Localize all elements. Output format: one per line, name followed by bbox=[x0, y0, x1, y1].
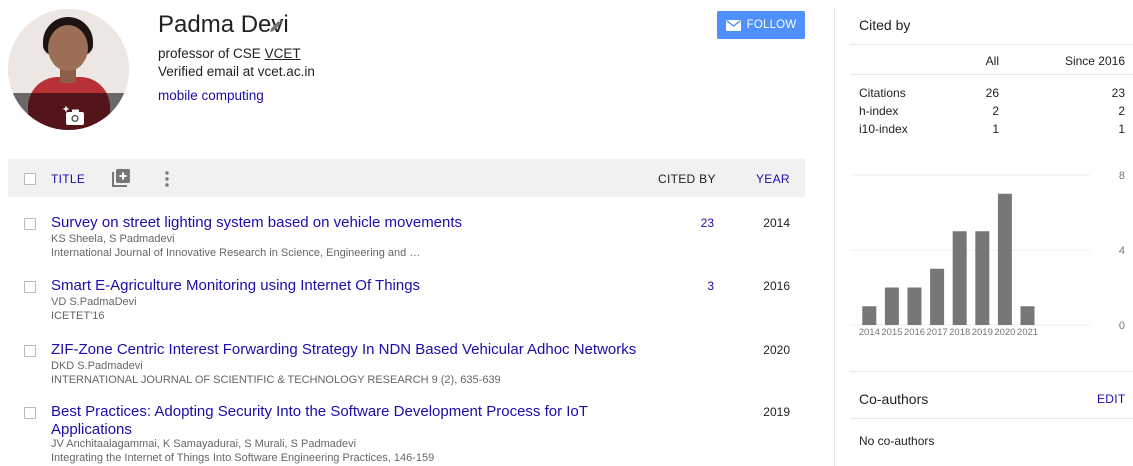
chart-separator bbox=[850, 371, 1133, 372]
chart-x-tick-label: 2019 bbox=[972, 327, 993, 338]
cited-by-title: Cited by bbox=[859, 17, 911, 33]
chart-x-tick-label: 2017 bbox=[927, 327, 948, 338]
photo-person-face bbox=[48, 25, 88, 71]
row-checkbox[interactable] bbox=[24, 218, 36, 230]
chart-x-tick-label: 2016 bbox=[904, 327, 925, 338]
stats-since-value: 23 bbox=[1111, 86, 1125, 100]
chart-bar bbox=[862, 306, 877, 325]
stats-label: h-index bbox=[859, 104, 899, 118]
article-authors: DKD S.Padmadevi bbox=[51, 360, 143, 372]
chart-y-tick-label: 0 bbox=[1119, 320, 1125, 332]
stats-since-value: 1 bbox=[1118, 122, 1125, 136]
chart-x-tick-label: 2021 bbox=[1017, 327, 1038, 338]
stats-since-value: 2 bbox=[1118, 104, 1125, 118]
article-cited-count[interactable]: 3 bbox=[648, 279, 714, 293]
article-authors: VD S.PadmaDevi bbox=[51, 296, 137, 308]
article-year: 2014 bbox=[763, 216, 790, 230]
article-cited-count[interactable]: 23 bbox=[648, 216, 714, 230]
row-checkbox[interactable] bbox=[24, 407, 36, 419]
article-venue: ICETET'16 bbox=[51, 310, 105, 322]
citations-per-year-chart: 0 4 8 2014 2015 2016 2017 2018 2019 2020 2021 bbox=[850, 170, 1125, 338]
cited-by-separator bbox=[850, 44, 1133, 45]
cited-by-header[interactable]: CITED BY bbox=[658, 172, 716, 186]
coauthors-title: Co-authors bbox=[859, 391, 929, 407]
stats-col-since: Since 2016 bbox=[1064, 54, 1125, 68]
pencil-icon[interactable] bbox=[268, 18, 284, 34]
follow-button[interactable]: FOLLOW bbox=[717, 11, 805, 39]
chart-x-tick-label: 2014 bbox=[859, 327, 880, 338]
article-year: 2019 bbox=[763, 405, 790, 419]
articles-table-header: TITLE CITED BY YEAR bbox=[8, 159, 805, 197]
chart-bar bbox=[1020, 306, 1035, 325]
chart-x-tick-label: 2020 bbox=[994, 327, 1015, 338]
select-all-checkbox[interactable] bbox=[24, 173, 36, 185]
sort-by-year-header[interactable]: YEAR bbox=[756, 172, 790, 186]
stats-label: i10-index bbox=[859, 122, 908, 136]
article-venue: Integrating the Internet of Things Into … bbox=[51, 452, 435, 464]
mail-icon bbox=[725, 19, 741, 31]
chart-bar bbox=[930, 268, 945, 325]
coauthors-separator bbox=[850, 418, 1133, 419]
chart-bar bbox=[975, 231, 990, 325]
chart-x-tick-label: 2015 bbox=[881, 327, 902, 338]
stats-col-all: All bbox=[985, 54, 999, 68]
article-authors: JV Anchitaalagammai, K Samayadurai, S Mu… bbox=[51, 438, 357, 450]
follow-label: FOLLOW bbox=[746, 19, 797, 31]
article-title-link[interactable]: Best Practices: Adopting Security Into t… bbox=[51, 403, 606, 439]
article-title-link[interactable]: Survey on street lighting system based o… bbox=[51, 214, 611, 232]
institution-link[interactable]: VCET bbox=[265, 46, 301, 61]
coauthors-empty-text: No co-authors bbox=[859, 434, 935, 448]
article-authors: KS Sheela, S Padmadevi bbox=[51, 233, 175, 245]
row-checkbox[interactable] bbox=[24, 345, 36, 357]
chart-bar bbox=[997, 193, 1012, 325]
chart-y-tick-label: 4 bbox=[1119, 245, 1125, 257]
article-venue: International Journal of Innovative Rese… bbox=[51, 247, 421, 259]
profile-affiliation: professor of CSE VCET bbox=[158, 46, 301, 61]
add-box-icon[interactable] bbox=[112, 169, 130, 187]
stats-all-value: 26 bbox=[985, 86, 999, 100]
row-checkbox[interactable] bbox=[24, 281, 36, 293]
article-year: 2016 bbox=[763, 279, 790, 293]
stats-all-value: 1 bbox=[992, 122, 999, 136]
chart-bar bbox=[884, 287, 899, 325]
stats-header-separator bbox=[850, 74, 1133, 75]
stats-all-value: 2 bbox=[992, 104, 999, 118]
profile-position: professor of CSE bbox=[158, 46, 261, 61]
more-vert-icon[interactable] bbox=[163, 170, 171, 188]
article-title-link[interactable]: Smart E-Agriculture Monitoring using Int… bbox=[51, 277, 611, 295]
article-venue: INTERNATIONAL JOURNAL OF SCIENTIFIC & TE… bbox=[51, 374, 501, 386]
add-photo-icon[interactable] bbox=[63, 106, 87, 126]
chart-bar bbox=[907, 287, 922, 325]
chart-y-tick-label: 8 bbox=[1119, 170, 1125, 182]
chart-bar bbox=[952, 231, 967, 325]
article-title-link[interactable]: ZIF-Zone Centric Interest Forwarding Str… bbox=[51, 341, 671, 359]
profile-photo[interactable] bbox=[8, 9, 129, 130]
chart-x-tick-label: 2018 bbox=[949, 327, 970, 338]
sort-by-title-header[interactable]: TITLE bbox=[51, 172, 85, 186]
coauthors-edit-button[interactable]: EDIT bbox=[1097, 392, 1126, 406]
article-year: 2020 bbox=[763, 343, 790, 357]
profile-email-note: Verified email at vcet.ac.in bbox=[158, 64, 315, 79]
stats-label: Citations bbox=[859, 86, 906, 100]
panel-divider bbox=[834, 8, 835, 466]
research-interest-link[interactable]: mobile computing bbox=[158, 88, 264, 103]
